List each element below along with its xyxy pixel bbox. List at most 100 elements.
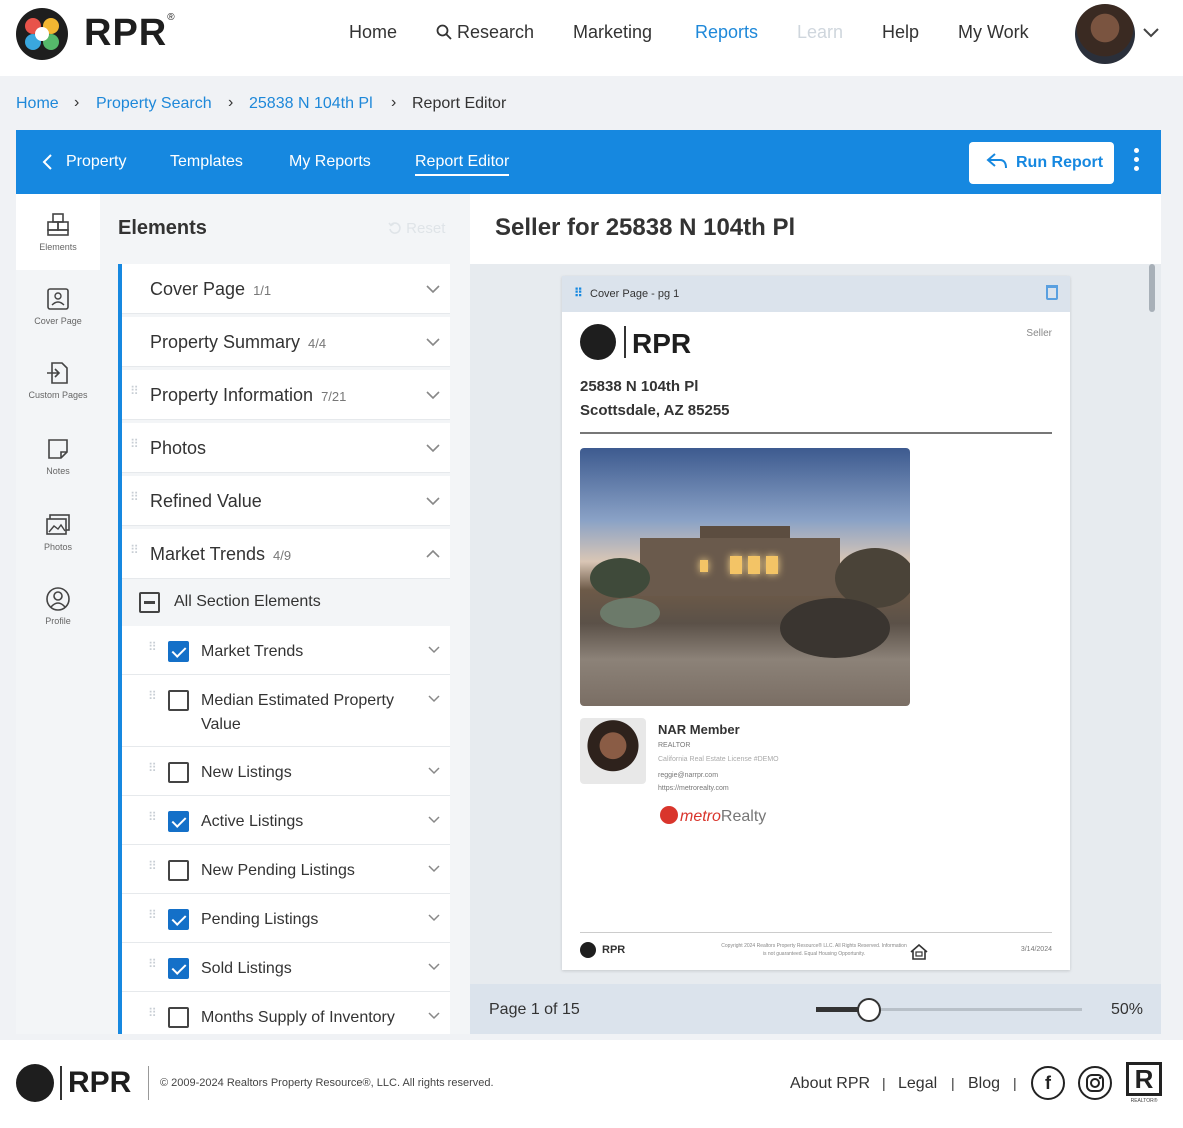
tab-my-reports[interactable]: My Reports [289, 153, 371, 171]
drag-handle-icon[interactable]: ⠿ [148, 958, 157, 975]
logo-text[interactable]: RPR® [84, 12, 176, 55]
element-checkbox[interactable] [168, 641, 189, 662]
drag-handle-icon[interactable]: ⠿ [148, 690, 157, 707]
element-checkbox[interactable] [168, 909, 189, 930]
custom-pages-icon [47, 362, 68, 384]
breadcrumb-property[interactable]: 25838 N 104th Pl [249, 95, 373, 113]
drag-handle-icon[interactable]: ⠿ [148, 641, 157, 658]
chevron-down-icon[interactable] [428, 865, 440, 873]
chevron-down-icon[interactable] [426, 390, 440, 400]
chevron-down-icon[interactable] [428, 1012, 440, 1020]
select-all-section-elements[interactable]: All Section Elements [122, 580, 450, 626]
element-active-listings[interactable]: ⠿ Active Listings [122, 796, 450, 845]
drag-handle-icon[interactable]: ⠿ [130, 438, 139, 455]
instagram-icon[interactable] [1078, 1066, 1112, 1100]
element-label: Months Supply of Inventory [201, 1009, 395, 1026]
nav-help[interactable]: Help [882, 22, 919, 43]
chevron-down-icon[interactable] [428, 695, 440, 703]
chevron-down-icon[interactable] [426, 337, 440, 347]
element-checkbox[interactable] [168, 860, 189, 881]
footer-link-about[interactable]: About RPR [790, 1075, 870, 1093]
chevron-down-icon[interactable] [426, 496, 440, 506]
element-checkbox[interactable] [168, 811, 189, 832]
rail-notes[interactable]: Notes [16, 436, 100, 476]
drag-handle-icon[interactable]: ⠿ [148, 811, 157, 828]
chevron-down-icon[interactable] [426, 443, 440, 453]
footer-link-blog[interactable]: Blog [968, 1075, 1000, 1093]
realtor-logo-icon[interactable]: R REALTOR® [1126, 1062, 1162, 1104]
drag-handle-icon[interactable]: ⠿ [148, 860, 157, 877]
cover-page-card[interactable]: ⠿ Cover Page - pg 1 RPR Seller 25838 N 1… [562, 276, 1070, 970]
chevron-down-icon[interactable] [428, 816, 440, 824]
element-label: New Listings [201, 764, 292, 781]
drag-handle-icon[interactable]: ⠿ [130, 544, 139, 561]
drag-handle-icon[interactable]: ⠿ [130, 491, 139, 508]
nav-reports[interactable]: Reports [695, 22, 758, 43]
rail-elements[interactable]: Elements [16, 194, 100, 270]
nav-learn[interactable]: Learn [797, 22, 843, 43]
preview-scrollbar[interactable] [1149, 264, 1155, 312]
chevron-up-icon[interactable] [426, 549, 440, 559]
breadcrumb-home[interactable]: Home [16, 95, 59, 113]
element-checkbox[interactable] [168, 958, 189, 979]
facebook-icon[interactable]: f [1031, 1066, 1065, 1100]
section-property-information[interactable]: ⠿ Property Information 7/21 [122, 370, 450, 420]
share-arrow-icon [986, 153, 1007, 169]
nav-home[interactable]: Home [349, 22, 397, 43]
chevron-down-icon[interactable] [428, 963, 440, 971]
indeterminate-checkbox[interactable] [139, 592, 160, 613]
more-options-icon[interactable] [1134, 148, 1140, 175]
element-checkbox[interactable] [168, 1007, 189, 1028]
equal-housing-icon [910, 944, 928, 960]
element-new-listings[interactable]: ⠿ New Listings [122, 747, 450, 796]
rail-cover-page-label: Cover Page [34, 316, 82, 326]
drag-handle-icon[interactable]: ⠿ [148, 1007, 157, 1024]
section-market-trends[interactable]: ⠿ Market Trends 4/9 [122, 529, 450, 579]
drag-handle-icon[interactable]: ⠿ [148, 909, 157, 926]
run-report-button[interactable]: Run Report [969, 142, 1114, 184]
chevron-down-icon[interactable] [428, 767, 440, 775]
section-refined-value[interactable]: ⠿ Refined Value [122, 476, 450, 526]
rail-photos[interactable]: Photos [16, 512, 100, 552]
element-pending-listings[interactable]: ⠿ Pending Listings [122, 894, 450, 943]
chevron-down-icon[interactable] [428, 646, 440, 654]
back-to-property[interactable]: Property [66, 153, 126, 171]
element-checkbox[interactable] [168, 690, 189, 711]
nav-research[interactable]: Research [436, 22, 534, 43]
drag-handle-icon[interactable]: ⠿ [130, 385, 139, 402]
tab-templates[interactable]: Templates [170, 153, 243, 171]
element-sold-listings[interactable]: ⠿ Sold Listings [122, 943, 450, 992]
element-months-supply-of-inventory[interactable]: ⠿ Months Supply of Inventory [122, 992, 450, 1034]
section-photos[interactable]: ⠿ Photos [122, 423, 450, 473]
section-cover-page[interactable]: Cover Page 1/1 [122, 264, 450, 314]
reset-button[interactable]: Reset [388, 220, 445, 237]
zoom-slider-handle[interactable] [857, 998, 881, 1022]
tab-report-editor[interactable]: Report Editor [415, 153, 510, 176]
rpr-logo-icon[interactable] [16, 1064, 54, 1102]
chevron-down-icon[interactable] [426, 284, 440, 294]
rail-notes-label: Notes [46, 466, 70, 476]
drag-handle-icon[interactable]: ⠿ [574, 286, 583, 300]
element-market-trends[interactable]: ⠿ Market Trends [122, 626, 450, 675]
user-avatar[interactable] [1075, 4, 1135, 64]
nav-my-work[interactable]: My Work [958, 22, 1029, 43]
rail-custom-pages[interactable]: Custom Pages [16, 360, 100, 400]
element-checkbox[interactable] [168, 762, 189, 783]
rpr-logo-icon[interactable] [16, 8, 68, 60]
chevron-left-icon[interactable] [41, 153, 53, 171]
doc-seller-tag: Seller [1026, 328, 1052, 339]
footer-logo-text[interactable]: RPR [68, 1066, 131, 1100]
trash-icon[interactable] [1046, 285, 1058, 300]
drag-handle-icon[interactable]: ⠿ [148, 762, 157, 779]
breadcrumb-property-search[interactable]: Property Search [96, 95, 212, 113]
section-property-summary[interactable]: Property Summary 4/4 [122, 317, 450, 367]
footer-link-legal[interactable]: Legal [898, 1075, 937, 1093]
chevron-down-icon[interactable] [1142, 27, 1160, 39]
element-median-estimated-property-value[interactable]: ⠿ Median Estimated Property Value [122, 675, 450, 747]
element-new-pending-listings[interactable]: ⠿ New Pending Listings [122, 845, 450, 894]
breadcrumb-current: Report Editor [412, 95, 507, 112]
rail-cover-page[interactable]: Cover Page [16, 286, 100, 326]
rail-profile[interactable]: Profile [16, 586, 100, 626]
nav-marketing[interactable]: Marketing [573, 22, 652, 43]
chevron-down-icon[interactable] [428, 914, 440, 922]
